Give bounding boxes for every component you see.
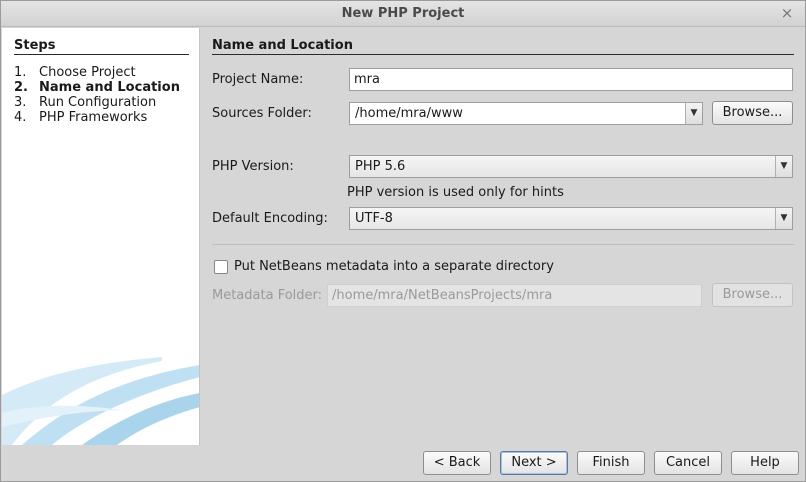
step-number: 4.	[14, 110, 27, 125]
metadata-folder-input[interactable]: /home/mra/NetBeansProjects/mra	[327, 284, 702, 307]
step-number: 1.	[14, 65, 27, 80]
step-item-run-configuration: 3. Run Configuration	[14, 95, 180, 110]
steps-list: 1. Choose Project 2. Name and Location 3. R…	[14, 65, 180, 125]
project-name-label: Project Name:	[212, 72, 304, 87]
button-bar: < Back Next > Finish Cancel Help	[1, 445, 805, 481]
metadata-checkbox[interactable]	[214, 260, 228, 274]
back-button[interactable]: < Back	[423, 451, 491, 475]
sources-browse-button[interactable]: Browse...	[712, 101, 793, 125]
step-number: 2.	[14, 80, 28, 95]
step-label: Choose Project	[39, 65, 136, 80]
next-button[interactable]: Next >	[500, 451, 568, 475]
sources-folder-label: Sources Folder:	[212, 106, 312, 121]
step-label: Run Configuration	[39, 95, 157, 110]
default-encoding-label: Default Encoding:	[212, 211, 328, 226]
step-item-choose-project: 1. Choose Project	[14, 65, 180, 80]
project-name-input[interactable]: mra	[349, 68, 793, 91]
new-php-project-dialog: New PHP Project × Steps 1. Choose Project…	[0, 0, 806, 482]
php-version-hint: PHP version is used only for hints	[347, 185, 564, 200]
title-bar: New PHP Project ×	[1, 1, 805, 27]
step-item-php-frameworks: 4. PHP Frameworks	[14, 110, 180, 125]
chevron-down-icon[interactable]: ▼	[775, 156, 792, 177]
close-icon[interactable]: ×	[779, 4, 795, 22]
metadata-checkbox-label[interactable]: Put NetBeans metadata into a separate di…	[234, 259, 554, 274]
php-version-label: PHP Version:	[212, 159, 294, 174]
php-version-value: PHP 5.6	[355, 159, 406, 174]
chevron-down-icon[interactable]: ▼	[685, 103, 702, 124]
default-encoding-select[interactable]: UTF-8 ▼	[349, 207, 793, 230]
finish-button[interactable]: Finish	[577, 451, 645, 475]
metadata-browse-button[interactable]: Browse...	[712, 283, 793, 307]
section-title: Name and Location	[212, 38, 794, 55]
steps-title: Steps	[14, 38, 189, 55]
step-item-name-and-location: 2. Name and Location	[14, 80, 180, 95]
separator	[212, 244, 794, 245]
cancel-button[interactable]: Cancel	[654, 451, 722, 475]
step-number: 3.	[14, 95, 27, 110]
metadata-folder-label: Metadata Folder:	[212, 288, 323, 303]
sources-folder-value: /home/mra/www	[355, 106, 463, 121]
php-version-select[interactable]: PHP 5.6 ▼	[349, 155, 793, 178]
sources-folder-combo[interactable]: /home/mra/www ▼	[349, 102, 703, 125]
help-button[interactable]: Help	[731, 451, 799, 475]
chevron-down-icon[interactable]: ▼	[775, 208, 792, 229]
step-label: PHP Frameworks	[39, 110, 148, 125]
step-label: Name and Location	[39, 80, 180, 95]
default-encoding-value: UTF-8	[355, 211, 393, 226]
decorative-swoosh-icon	[2, 357, 199, 445]
window-title: New PHP Project	[341, 6, 465, 21]
steps-panel: Steps 1. Choose Project 2. Name and Locati…	[2, 28, 200, 445]
